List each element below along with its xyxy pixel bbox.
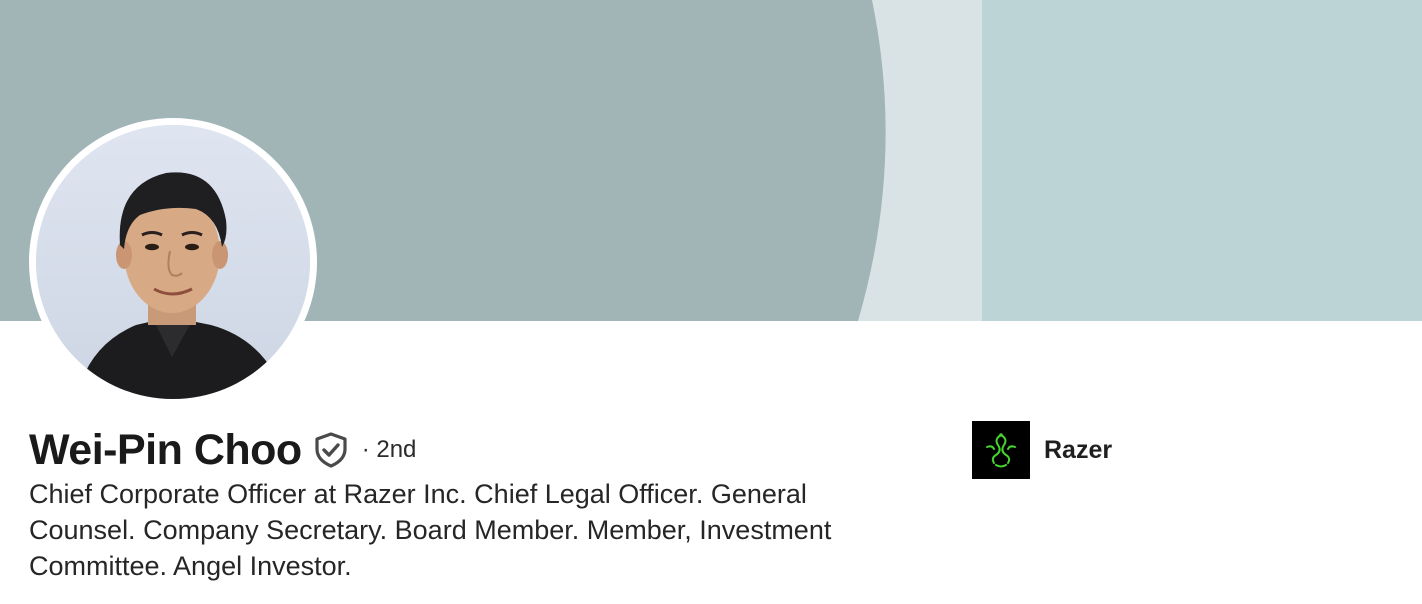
name-row: Wei-Pin Choo · 2nd xyxy=(29,424,416,476)
profile-photo[interactable] xyxy=(29,118,317,406)
profile-headline: Chief Corporate Officer at Razer Inc. Ch… xyxy=(29,479,832,581)
person-portrait-image xyxy=(36,125,310,399)
profile-name: Wei-Pin Choo xyxy=(29,425,302,474)
company-name: Razer xyxy=(1044,435,1113,464)
connection-degree: · 2nd xyxy=(361,436,417,463)
razer-logo-icon xyxy=(972,421,1030,479)
profile-card: Wei-Pin Choo · 2nd Chief Corporate Offic… xyxy=(0,0,1422,604)
verified-shield-icon[interactable] xyxy=(312,431,350,469)
current-company-link[interactable]: Razer xyxy=(972,421,1112,479)
avatar-image xyxy=(36,125,310,399)
